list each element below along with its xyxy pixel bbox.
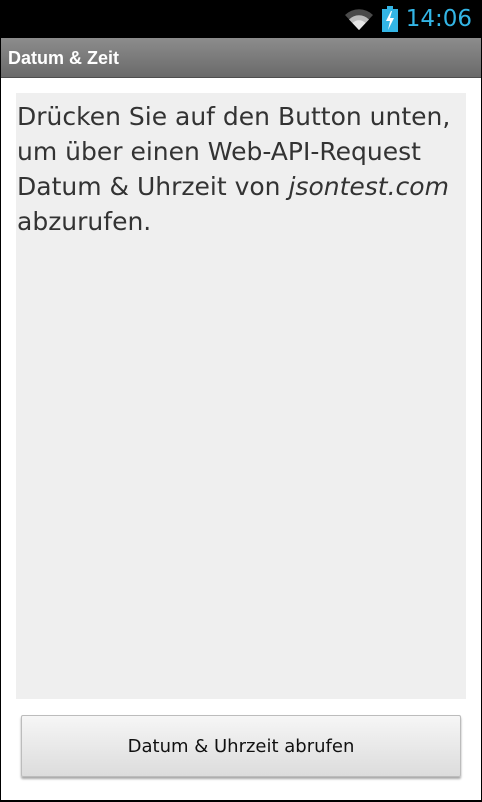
- status-icons: 14:06: [344, 0, 472, 38]
- app-title: Datum & Zeit: [8, 48, 120, 68]
- info-text-part2: abzurufen.: [17, 207, 152, 236]
- action-bar: Datum & Zeit: [0, 38, 482, 78]
- wifi-icon: [344, 7, 374, 31]
- battery-charging-icon: [381, 6, 398, 32]
- screen-border-left: [0, 38, 1, 802]
- status-bar: 14:06: [0, 0, 482, 38]
- info-panel: Drücken Sie auf den Button unten, um übe…: [16, 93, 466, 699]
- info-text-domain: jsontest.com: [288, 172, 449, 201]
- fetch-datetime-button[interactable]: Datum & Uhrzeit abrufen: [21, 715, 461, 777]
- status-clock: 14:06: [405, 6, 472, 32]
- app-screen: 14:06 Datum & Zeit Drücken Sie auf den B…: [0, 0, 482, 802]
- info-text: Drücken Sie auf den Button unten, um übe…: [16, 93, 466, 239]
